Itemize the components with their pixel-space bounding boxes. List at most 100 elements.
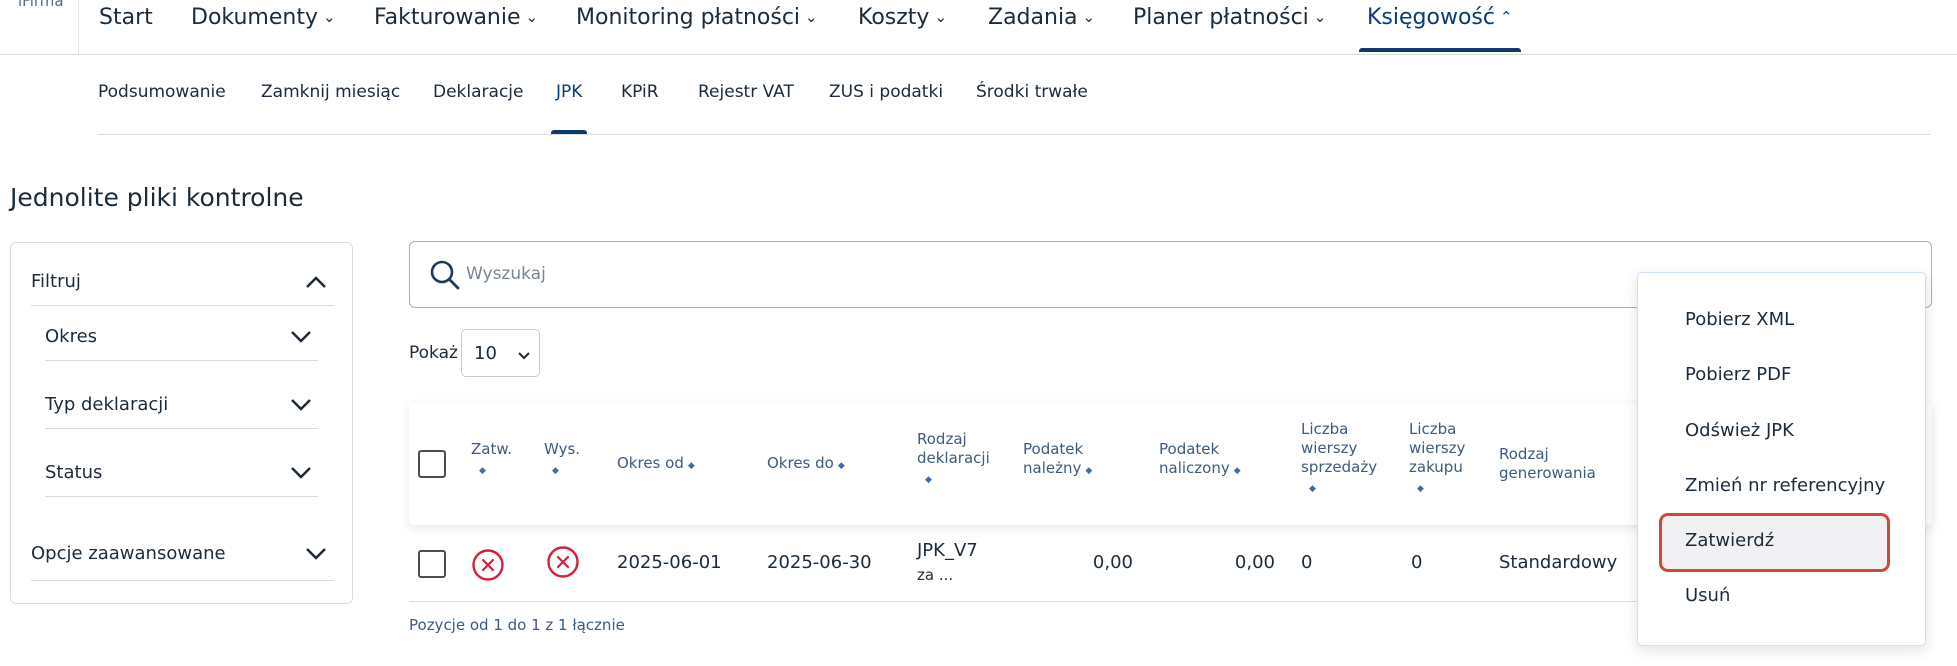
column-label: Liczba wierszy zakupu (1409, 420, 1466, 476)
sort-icon[interactable]: ◆ (1234, 462, 1241, 481)
nav-item-label: Księgowość (1367, 5, 1495, 30)
nav-item-label: Planer płatności (1133, 5, 1309, 30)
sort-icon[interactable]: ◆ (688, 457, 695, 476)
column-header-wys[interactable]: Wys. ◆ (544, 440, 594, 481)
chevron-down-icon: ⌄ (525, 8, 539, 26)
nav-item-ksiegowosc[interactable]: Księgowość ⌃ (1359, 5, 1521, 52)
divider (31, 580, 334, 581)
page-size-select[interactable]: 10 (461, 329, 540, 377)
column-header-rodzaj-generowania[interactable]: Rodzaj generowania (1499, 445, 1609, 483)
column-header-okres-od[interactable]: Okres od ◆ (617, 454, 737, 476)
nav-item-label: Fakturowanie (374, 5, 521, 30)
divider (409, 601, 1709, 602)
column-header-liczba-wierszy-zakupu[interactable]: Liczba wierszy zakupu ◆ (1409, 420, 1471, 499)
select-all-checkbox[interactable] (418, 450, 446, 478)
chevron-down-icon: ⌄ (1313, 8, 1327, 26)
nav-item-dokumenty[interactable]: Dokumenty ⌄ (191, 5, 336, 47)
subnav-item-jpk[interactable]: JPK (550, 82, 588, 134)
sort-icon[interactable]: ◆ (1309, 480, 1316, 499)
main-navigation: iFirma Start Dokumenty ⌄ Fakturowanie ⌄ Mo… (0, 0, 1957, 55)
chevron-up-icon[interactable] (304, 275, 328, 289)
nav-item-start[interactable]: Start (99, 5, 153, 47)
column-label: Okres od (617, 454, 684, 472)
filter-item-typ-deklaracji[interactable]: Typ deklaracji (45, 394, 168, 415)
menu-item-pobierz-xml[interactable]: Pobierz XML (1685, 309, 1794, 330)
subnav-item-zamknij-miesiac[interactable]: Zamknij miesiąc (261, 82, 400, 102)
sort-icon[interactable]: ◆ (552, 462, 559, 481)
sort-icon[interactable]: ◆ (1417, 480, 1424, 499)
chevron-down-icon: ⌄ (322, 8, 336, 26)
chevron-down-icon[interactable] (304, 546, 328, 560)
cell-sales-rows: 0 (1301, 552, 1313, 573)
column-label: Podatek należny (1023, 440, 1084, 477)
menu-item-zatwierdz[interactable]: Zatwierdź (1685, 530, 1774, 551)
x-circle-icon (547, 546, 579, 578)
brand-logo[interactable]: iFirma (18, 0, 64, 10)
subnav-item-podsumowanie[interactable]: Podsumowanie (98, 82, 226, 102)
column-header-liczba-wierszy-sprzedazy[interactable]: Liczba wierszy sprzedaży ◆ (1301, 420, 1383, 499)
actions-dropdown-menu: Pobierz XML Pobierz PDF Odśwież JPK Zmie… (1637, 272, 1926, 646)
row-checkbox[interactable] (418, 550, 446, 578)
divider (45, 428, 318, 429)
page-size-value: 10 (474, 343, 497, 364)
cell-tax-input: 0,00 (1234, 552, 1275, 573)
subnav-item-rejestr-vat[interactable]: Rejestr VAT (698, 82, 794, 102)
chevron-down-icon[interactable] (289, 397, 313, 411)
subnav-item-kpir[interactable]: KPiR (621, 82, 659, 102)
chevron-down-icon[interactable] (289, 465, 313, 479)
column-label: Rodzaj deklaracji (917, 430, 990, 467)
sort-icon[interactable]: ◆ (838, 457, 845, 476)
filter-advanced-options[interactable]: Opcje zaawansowane (31, 543, 226, 564)
sort-icon[interactable]: ◆ (479, 462, 486, 481)
column-label: Wys. (544, 440, 581, 458)
filter-title: Filtruj (31, 271, 81, 292)
chevron-down-icon[interactable] (289, 329, 313, 343)
sub-navigation: Podsumowanie Zamknij miesiąc Deklaracje … (98, 55, 1931, 135)
cell-period-to: 2025-06-30 (767, 552, 872, 573)
nav-divider (78, 0, 79, 55)
menu-item-usun[interactable]: Usuń (1685, 585, 1730, 606)
menu-item-odswiez-jpk[interactable]: Odśwież JPK (1685, 420, 1794, 441)
column-header-zatw[interactable]: Zatw. ◆ (471, 440, 521, 481)
column-header-rodzaj-deklaracji[interactable]: Rodzaj deklaracji ◆ (917, 430, 997, 490)
sort-icon[interactable]: ◆ (1085, 462, 1092, 481)
sort-icon[interactable]: ◆ (925, 471, 932, 490)
page-size-label: Pokaż (409, 343, 458, 363)
chevron-down-icon: ⌄ (1082, 8, 1096, 26)
menu-item-pobierz-pdf[interactable]: Pobierz PDF (1685, 364, 1791, 385)
nav-item-label: Koszty (858, 5, 930, 30)
chevron-down-icon: ⌄ (805, 8, 818, 26)
chevron-up-icon: ⌃ (1499, 8, 1513, 26)
cell-tax-due: 0,00 (1092, 552, 1133, 573)
cell-declaration-type-cont: za ... (917, 566, 954, 584)
cell-generation-type: Standardowy (1499, 552, 1618, 573)
column-header-podatek-naliczony[interactable]: Podatek naliczony ◆ (1159, 440, 1259, 481)
subnav-item-zus[interactable]: ZUS i podatki (829, 82, 943, 102)
nav-item-label: Zadania (988, 5, 1078, 30)
divider (45, 360, 318, 361)
x-circle-icon (472, 549, 504, 581)
nav-item-planer[interactable]: Planer płatności ⌄ (1133, 5, 1326, 47)
search-icon (430, 260, 460, 290)
column-label: Zatw. (471, 440, 513, 458)
column-header-podatek-nalezny[interactable]: Podatek należny ◆ (1023, 440, 1108, 481)
filter-item-okres[interactable]: Okres (45, 326, 97, 347)
subnav-item-srodki-trwale[interactable]: Środki trwałe (976, 82, 1088, 102)
menu-item-zmien-nr-referencyjny[interactable]: Zmień nr referencyjny (1685, 475, 1885, 496)
cell-declaration-type: JPK_V7 (917, 540, 978, 561)
column-label: Okres do (767, 454, 834, 472)
nav-item-label: Start (99, 5, 153, 30)
divider (45, 496, 318, 497)
pagination-info: Pozycje od 1 do 1 z 1 łącznie (409, 616, 625, 634)
nav-item-fakturowanie[interactable]: Fakturowanie ⌄ (374, 5, 538, 47)
nav-item-zadania[interactable]: Zadania ⌄ (988, 5, 1095, 47)
page-title: Jednolite pliki kontrolne (10, 183, 304, 212)
filter-item-status[interactable]: Status (45, 462, 102, 483)
subnav-item-deklaracje[interactable]: Deklaracje (433, 82, 523, 102)
cell-period-from: 2025-06-01 (617, 552, 722, 573)
nav-item-label: Dokumenty (191, 5, 318, 30)
column-header-okres-do[interactable]: Okres do ◆ (767, 454, 887, 476)
chevron-down-icon: ⌄ (934, 8, 948, 26)
nav-item-monitoring[interactable]: Monitoring płatności ⌄ (576, 5, 818, 47)
nav-item-koszty[interactable]: Koszty ⌄ (858, 5, 947, 47)
